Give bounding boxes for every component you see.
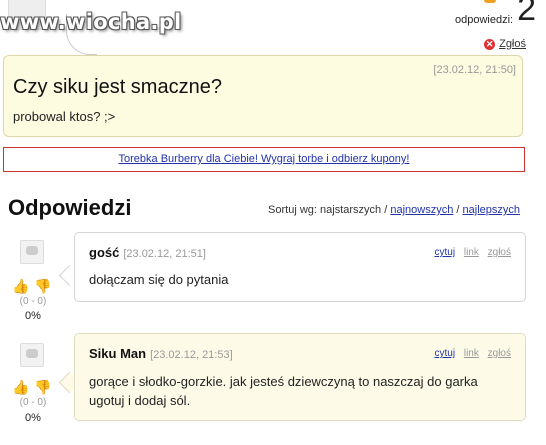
report-question[interactable]: ✕ Zgłoś xyxy=(484,38,526,50)
quote-link[interactable]: cytuj xyxy=(435,247,456,258)
watermark: www.wiocha.pl xyxy=(0,10,182,34)
sort-current: najstarszych xyxy=(320,204,382,216)
thumb-up-icon[interactable]: 👍 xyxy=(12,379,29,395)
sort-options: Sortuj wg: najstarszych / najnowszych / … xyxy=(268,204,520,216)
answers-count: odpowiedzi: 2 xyxy=(455,0,536,26)
sort-newest-link[interactable]: najnowszych xyxy=(390,204,453,216)
answers-count-label: odpowiedzi: xyxy=(454,14,514,26)
report-link[interactable]: Zgłoś xyxy=(499,38,526,50)
question-body: probowal ktos? ;> xyxy=(13,109,116,124)
permalink-link[interactable]: link xyxy=(464,348,479,359)
answers-count-value: 2 xyxy=(517,0,536,28)
answers-heading: Odpowiedzi xyxy=(8,195,132,220)
answer-author-name: gość xyxy=(89,245,120,260)
answers-bubble-icon xyxy=(484,0,496,3)
vote-percent: 0% xyxy=(25,412,41,424)
ad-banner: Torebka Burberry dla Ciebie! Wygraj torb… xyxy=(3,147,525,172)
permalink-link[interactable]: link xyxy=(464,247,479,258)
vote-count: (0 - 0) xyxy=(19,397,47,408)
answer-card: Siku Man [23.02.12, 21:53] cytuj link zgł… xyxy=(74,333,526,421)
report-answer-link[interactable]: zgłoś xyxy=(488,348,511,359)
question-date: [23.02.12, 21:50] xyxy=(433,64,516,76)
ad-link[interactable]: Torebka Burberry dla Ciebie! Wygraj torb… xyxy=(119,153,410,165)
answer-author-name: Siku Man xyxy=(89,346,147,361)
answer-date: [23.02.12, 21:53] xyxy=(150,349,233,361)
report-icon: ✕ xyxy=(484,38,496,50)
thumb-down-icon[interactable]: 👎 xyxy=(34,379,51,395)
report-answer-link[interactable]: zgłoś xyxy=(488,247,511,258)
answer-card: gość [23.02.12, 21:51] cytuj link zgłoś d… xyxy=(74,232,526,302)
sort-separator: / xyxy=(384,204,388,216)
quote-link[interactable]: cytuj xyxy=(435,348,456,359)
answer-author: gość [23.02.12, 21:51] xyxy=(89,245,206,260)
sort-separator: / xyxy=(456,204,460,216)
thumb-up-icon[interactable]: 👍 xyxy=(12,278,29,294)
vote-percent: 0% xyxy=(25,310,41,322)
answer-date: [23.02.12, 21:51] xyxy=(123,248,206,260)
answer-actions: cytuj link zgłoś xyxy=(429,247,512,258)
avatar xyxy=(20,343,44,367)
answer-text: gorące i słodko-gorzkie. jak jesteś dzie… xyxy=(89,374,478,408)
avatar xyxy=(20,240,44,264)
answer-text: dołączam się do pytania xyxy=(89,272,229,287)
question-box: [23.02.12, 21:50] Czy siku jest smaczne?… xyxy=(3,55,523,137)
answer-author: Siku Man [23.02.12, 21:53] xyxy=(89,346,233,361)
question-title: Czy siku jest smaczne? xyxy=(13,76,222,98)
sort-label: Sortuj wg: xyxy=(268,204,317,216)
vote-count: (0 - 0) xyxy=(19,296,47,307)
sort-best-link[interactable]: najlepszych xyxy=(463,204,520,216)
thumb-down-icon[interactable]: 👎 xyxy=(34,278,51,294)
answer-actions: cytuj link zgłoś xyxy=(429,348,512,359)
